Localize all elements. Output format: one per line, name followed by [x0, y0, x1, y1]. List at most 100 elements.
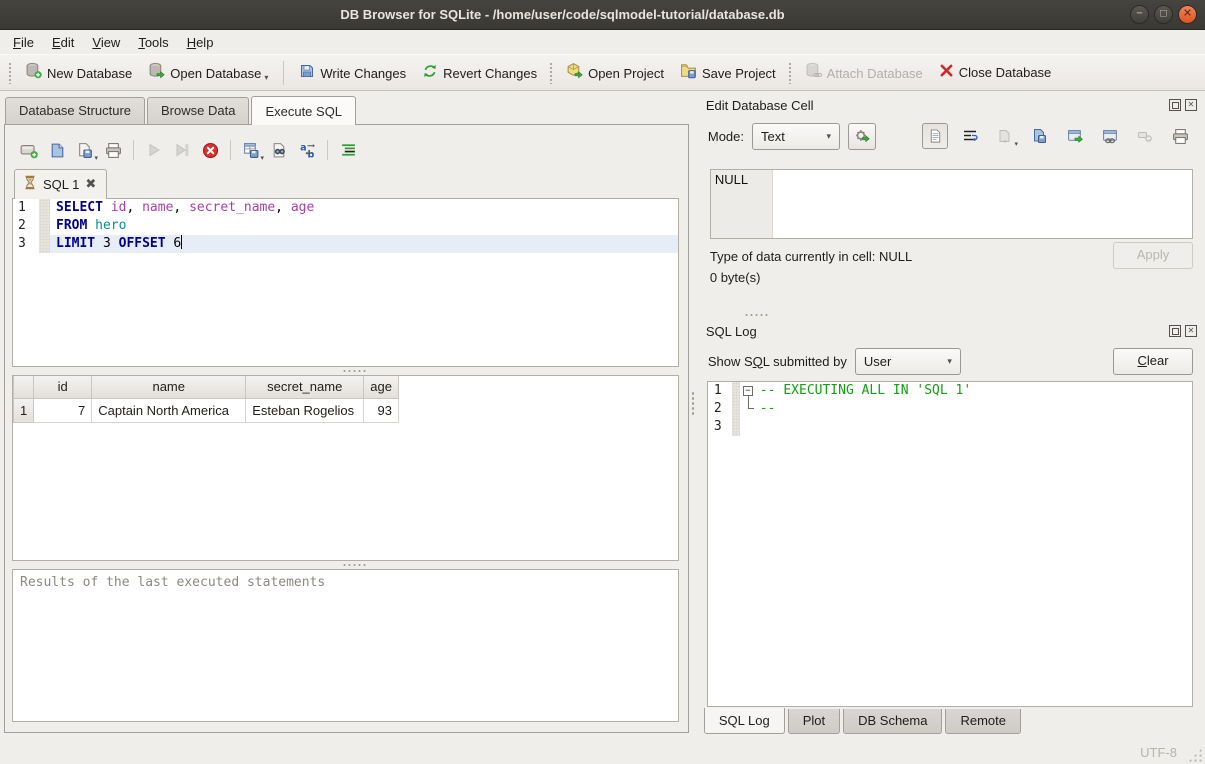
- sql-log-view[interactable]: 1−-- EXECUTING ALL IN 'SQL 1'2--3: [707, 381, 1193, 707]
- close-sql-tab-icon[interactable]: ✖: [85, 176, 96, 192]
- sql-editor[interactable]: 1SELECT id, name, secret_name, age2FROM …: [12, 199, 679, 367]
- column-header-secret_name[interactable]: secret_name: [246, 376, 364, 398]
- sql-log-lines: 1−-- EXECUTING ALL IN 'SQL 1'2--3: [708, 382, 1192, 436]
- revert-changes-button[interactable]: Revert Changes: [414, 58, 545, 88]
- cell-value-area[interactable]: [773, 170, 1192, 238]
- corner-header[interactable]: [14, 376, 34, 398]
- close-button[interactable]: ✕: [1178, 5, 1197, 24]
- sql-doc-tab[interactable]: SQL 1 ✖: [14, 169, 107, 199]
- results-message[interactable]: Results of the last executed statements: [12, 569, 679, 722]
- dock-tab-bar: SQL Log Plot DB Schema Remote: [700, 709, 1201, 739]
- log-line: 1−-- EXECUTING ALL IN 'SQL 1': [708, 382, 1192, 400]
- column-header-name[interactable]: name: [92, 376, 246, 398]
- print-icon[interactable]: [1167, 123, 1193, 149]
- cell-info-area: Type of data currently in cell: NULL 0 b…: [700, 239, 1201, 311]
- new-database-button[interactable]: New Database: [17, 57, 140, 88]
- close-database-icon: [939, 63, 954, 81]
- open-in-external-icon[interactable]: [1062, 123, 1088, 149]
- toolbar-drag-handle[interactable]: [8, 62, 13, 84]
- results-grid[interactable]: idnamesecret_nameage17Captain North Amer…: [12, 375, 679, 561]
- attach-database-icon: [805, 62, 822, 82]
- export-data-icon[interactable]: [1027, 123, 1053, 149]
- find-icon[interactable]: [266, 137, 292, 163]
- line-number: 1: [708, 382, 732, 400]
- float-panel-icon[interactable]: [1169, 325, 1181, 337]
- tab-database-structure[interactable]: Database Structure: [5, 97, 145, 124]
- tab-remote[interactable]: Remote: [945, 709, 1021, 734]
- editor-line[interactable]: 2FROM hero: [13, 217, 678, 235]
- editor-line[interactable]: 3LIMIT 3 OFFSET 6: [13, 235, 678, 253]
- menu-tools[interactable]: Tools: [129, 32, 177, 53]
- tab-browse-data[interactable]: Browse Data: [147, 97, 249, 124]
- write-changes-button[interactable]: Write Changes: [291, 58, 414, 88]
- horizontal-splitter[interactable]: [12, 561, 679, 569]
- edit-cell-toolbar: ▾: [922, 123, 1193, 149]
- fold-margin: [39, 235, 50, 253]
- submitted-by-select[interactable]: User ▾: [855, 348, 961, 375]
- toolbar-drag-handle[interactable]: [549, 62, 554, 84]
- save-project-icon: [680, 62, 697, 82]
- table-cell[interactable]: 7: [34, 398, 92, 422]
- menu-file[interactable]: File: [4, 32, 43, 53]
- sql-log-header: SQL Log ✕: [700, 319, 1201, 341]
- mode-select[interactable]: Text ▾: [752, 123, 840, 150]
- tab-plot[interactable]: Plot: [788, 709, 840, 734]
- replace-icon[interactable]: ab: [294, 137, 320, 163]
- menu-bar: File Edit View Tools Help: [0, 30, 1205, 54]
- sql-editor-lines: 1SELECT id, name, secret_name, age2FROM …: [13, 199, 678, 253]
- copy-link-icon[interactable]: [1097, 123, 1123, 149]
- cell-value-editor[interactable]: NULL: [710, 169, 1193, 239]
- column-header-age[interactable]: age: [364, 376, 399, 398]
- maximize-button[interactable]: □: [1154, 5, 1173, 24]
- apply-button: Apply: [1113, 242, 1193, 269]
- float-panel-icon[interactable]: [1169, 99, 1181, 111]
- save-results-icon[interactable]: ▾: [238, 137, 264, 163]
- close-panel-icon[interactable]: ✕: [1185, 99, 1197, 111]
- toolbar-drag-handle[interactable]: [788, 62, 793, 84]
- minimize-button[interactable]: −: [1130, 5, 1149, 24]
- word-wrap-icon[interactable]: [957, 123, 983, 149]
- close-panel-icon[interactable]: ✕: [1185, 325, 1197, 337]
- tab-sql-log[interactable]: SQL Log: [704, 708, 785, 734]
- open-database-dropdown-icon[interactable]: ▾: [264, 73, 268, 82]
- attach-database-button: Attach Database: [797, 57, 931, 88]
- row-header[interactable]: 1: [14, 398, 34, 422]
- save-sql-file-icon[interactable]: ▾: [72, 137, 98, 163]
- horizontal-splitter[interactable]: [12, 367, 679, 375]
- resize-grip-icon[interactable]: [1188, 748, 1202, 762]
- clear-log-button[interactable]: Clear: [1113, 348, 1193, 375]
- text-mode-icon[interactable]: [922, 123, 948, 149]
- table-row[interactable]: 17Captain North AmericaEsteban Rogelios9…: [14, 398, 399, 422]
- editor-line[interactable]: 1SELECT id, name, secret_name, age: [13, 199, 678, 217]
- stop-icon[interactable]: [197, 137, 223, 163]
- filter-label: Show SQL submitted by: [708, 354, 847, 369]
- tab-db-schema[interactable]: DB Schema: [843, 709, 942, 734]
- open-project-icon: [566, 62, 583, 82]
- new-sql-tab-icon[interactable]: [16, 137, 42, 163]
- log-text: --: [758, 400, 776, 418]
- open-project-button[interactable]: Open Project: [558, 57, 672, 88]
- menu-help[interactable]: Help: [178, 32, 223, 53]
- menu-edit[interactable]: Edit: [43, 32, 83, 53]
- column-header-id[interactable]: id: [34, 376, 92, 398]
- print-icon[interactable]: [100, 137, 126, 163]
- line-number: 2: [13, 217, 39, 235]
- fold-marker[interactable]: −: [740, 382, 758, 400]
- close-database-button[interactable]: Close Database: [931, 58, 1060, 87]
- vertical-splitter[interactable]: [689, 91, 697, 739]
- open-sql-file-icon[interactable]: [44, 137, 70, 163]
- encoding-indicator[interactable]: UTF-8: [1140, 745, 1177, 760]
- window-controls: − □ ✕: [1130, 5, 1197, 24]
- open-database-button[interactable]: Open Database ▾: [140, 57, 276, 88]
- tab-execute-sql[interactable]: Execute SQL: [251, 96, 356, 125]
- table-cell[interactable]: Captain North America: [92, 398, 246, 422]
- table-cell[interactable]: Esteban Rogelios: [246, 398, 364, 422]
- table-cell[interactable]: 93: [364, 398, 399, 422]
- format-sql-icon[interactable]: [335, 137, 361, 163]
- dock-splitter[interactable]: [700, 311, 1201, 319]
- apply-mode-gear-button[interactable]: [848, 123, 876, 150]
- title-bar: DB Browser for SQLite - /home/user/code/…: [0, 0, 1205, 30]
- menu-view[interactable]: View: [83, 32, 129, 53]
- line-number: 3: [708, 418, 732, 436]
- save-project-button[interactable]: Save Project: [672, 57, 784, 88]
